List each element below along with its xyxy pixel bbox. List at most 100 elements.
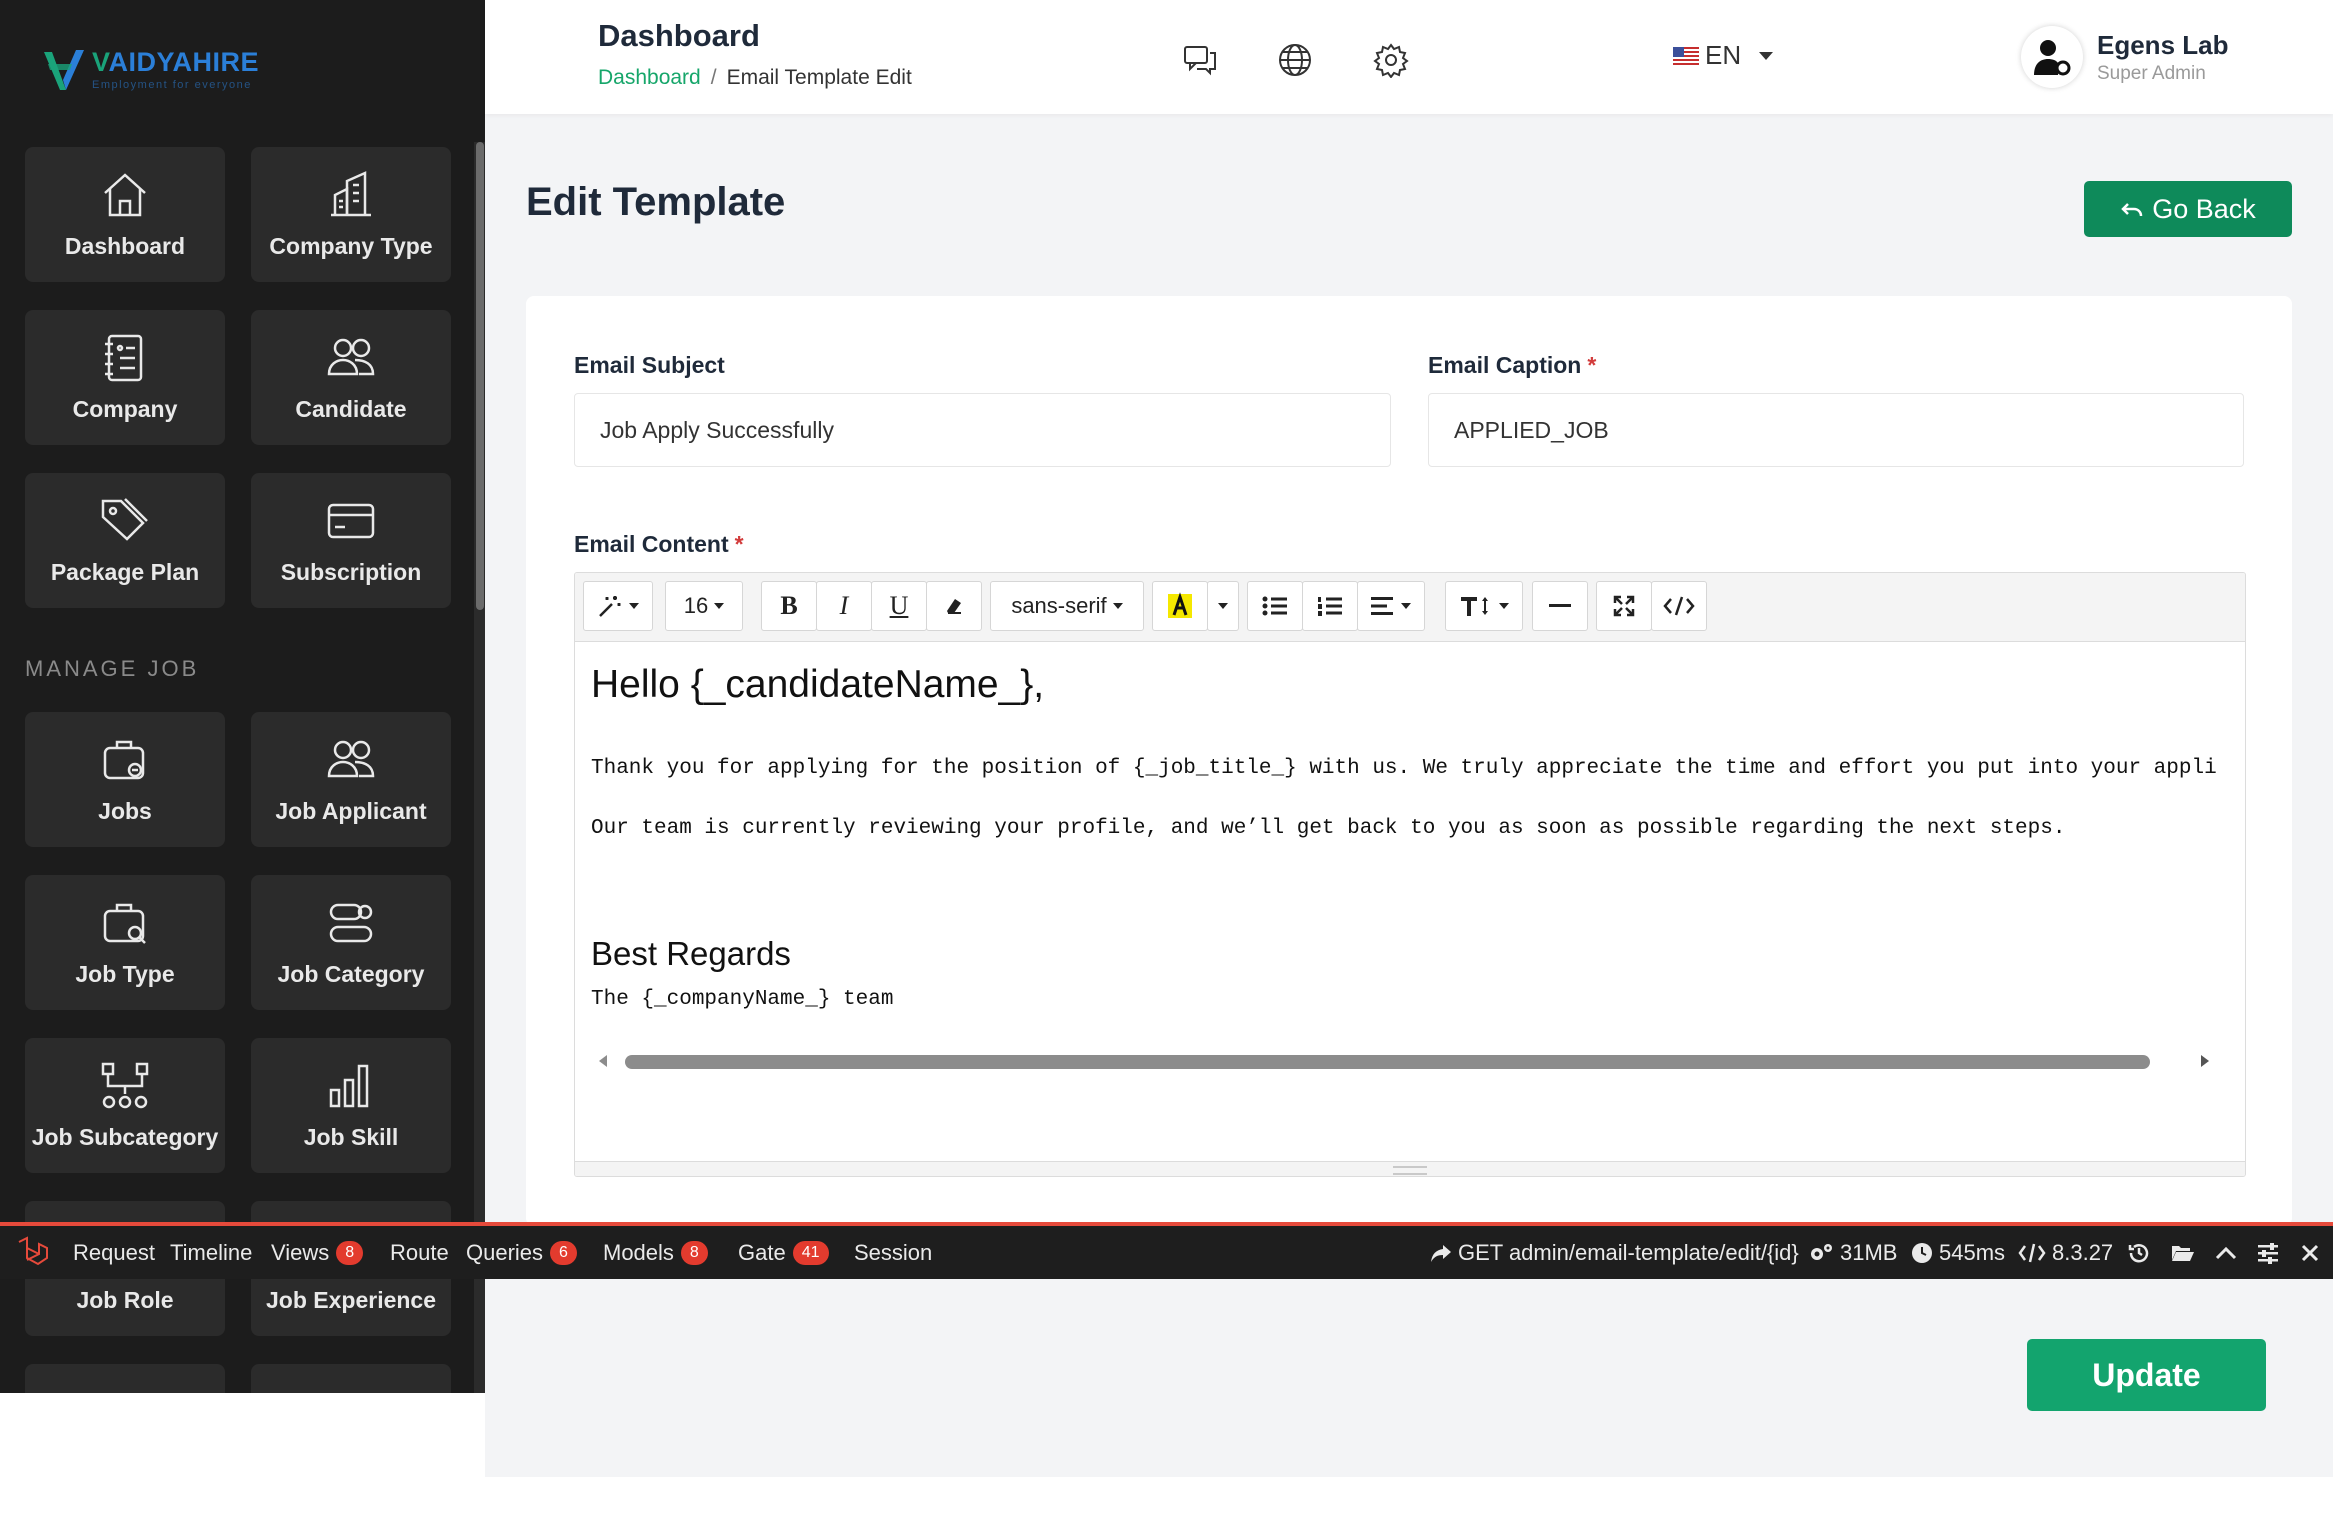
go-back-button[interactable]: Go Back: [2084, 181, 2292, 237]
laravel-logo-icon[interactable]: [16, 1226, 50, 1279]
line-height-icon: [1461, 597, 1488, 616]
debug-tab-queries[interactable]: Queries 6: [466, 1226, 577, 1279]
sidebar-tile-job-category[interactable]: Job Category: [251, 875, 451, 1010]
horizontal-rule-button[interactable]: [1532, 581, 1588, 631]
sidebar-tile-subscription[interactable]: Subscription: [251, 473, 451, 608]
sidebar-tile-company-type[interactable]: Company Type: [251, 147, 451, 282]
sidebar-tile-label: Company: [72, 396, 178, 422]
code-view-button[interactable]: [1651, 581, 1707, 631]
line-height-button[interactable]: [1445, 581, 1523, 631]
style-button[interactable]: [583, 581, 653, 631]
bar-chart-icon: [329, 1064, 369, 1108]
home-icon: [104, 173, 146, 217]
edit-template-title: Edit Template: [526, 180, 786, 224]
paragraph-align-button[interactable]: [1357, 581, 1425, 631]
sidebar-tile-label: Job Category: [277, 961, 425, 987]
briefcase-icon: [103, 740, 145, 780]
hierarchy-icon: [101, 1062, 149, 1109]
editor-scrollbar-thumb[interactable]: [625, 1055, 2150, 1069]
debug-tab-session[interactable]: Session: [854, 1226, 932, 1279]
numbered-list-button[interactable]: [1302, 581, 1358, 631]
breadcrumb-current: Email Template Edit: [726, 66, 912, 89]
email-caption-input[interactable]: [1428, 393, 2244, 467]
sidebar-scrollbar-thumb[interactable]: [476, 142, 484, 610]
scroll-left-icon[interactable]: [599, 1055, 607, 1067]
italic-button[interactable]: I: [816, 581, 872, 631]
debug-route: GET admin/email-template/edit/{id}: [1458, 1239, 1799, 1265]
debug-tab-request[interactable]: Request: [73, 1226, 155, 1279]
font-size-select[interactable]: 16: [665, 581, 743, 631]
eraser-icon: [947, 599, 961, 614]
expand-icon: [1613, 595, 1635, 617]
brand-logo[interactable]: VAIDYAHIRE Employment for everyone: [42, 44, 259, 94]
underline-button[interactable]: U: [871, 581, 927, 631]
debug-tab-gate[interactable]: Gate 41: [738, 1226, 829, 1279]
breadcrumb-home[interactable]: Dashboard: [598, 66, 701, 89]
credit-card-icon: [327, 503, 375, 539]
gate-count-badge: 41: [792, 1240, 829, 1265]
sidebar-tile-job-type[interactable]: Job Type: [25, 875, 225, 1010]
debug-tab-views[interactable]: Views 8: [271, 1226, 364, 1279]
briefcase-search-icon: [103, 903, 146, 944]
email-subject-input[interactable]: [574, 393, 1391, 467]
fullscreen-button[interactable]: [1596, 581, 1652, 631]
editor-resize-bar[interactable]: [575, 1161, 2245, 1176]
sidebar-tile-company[interactable]: Company: [25, 310, 225, 445]
buildings-icon: [331, 171, 371, 217]
sidebar-tile-job-subcategory[interactable]: Job Subcategory: [25, 1038, 225, 1173]
page-title: Dashboard: [598, 18, 760, 53]
language-selector[interactable]: EN: [1673, 40, 1774, 71]
color-dropdown-button[interactable]: [1207, 581, 1239, 631]
avatar: [2021, 26, 2083, 88]
sidebar-tile-partial[interactable]: [251, 1364, 451, 1393]
gear-icon[interactable]: [1373, 42, 1409, 78]
chevron-up-icon[interactable]: [2215, 1226, 2243, 1279]
go-back-label: Go Back: [2152, 193, 2256, 224]
highlight-color-button[interactable]: [1152, 581, 1208, 631]
editor-horizontal-scrollbar[interactable]: [595, 1051, 2215, 1071]
folder-open-icon[interactable]: [2171, 1226, 2201, 1279]
editor-content[interactable]: Hello {_candidateName_}, Thank you for a…: [591, 663, 2217, 1153]
bullet-list-button[interactable]: [1247, 581, 1303, 631]
chevron-down-icon: [714, 603, 725, 609]
sidebar-tile-label: Subscription: [280, 559, 422, 585]
sidebar-tile-job-skill[interactable]: Job Skill: [251, 1038, 451, 1173]
debug-memory[interactable]: 31MB: [1808, 1226, 1897, 1279]
settings-sliders-icon[interactable]: [2257, 1226, 2285, 1279]
bullet-list-icon: [1262, 596, 1287, 616]
chevron-down-icon: [1499, 603, 1509, 609]
debug-tab-models[interactable]: Models 8: [603, 1226, 708, 1279]
history-icon[interactable]: [2128, 1226, 2156, 1279]
users-icon: [327, 338, 375, 376]
users-icon: [327, 740, 375, 778]
sidebar-tile-package-plan[interactable]: Package Plan: [25, 473, 225, 608]
scroll-right-icon[interactable]: [2201, 1055, 2209, 1067]
sidebar-tile-jobs[interactable]: Jobs: [25, 712, 225, 847]
sidebar-tile-label: Candidate: [295, 396, 407, 422]
sidebar-tile-candidate[interactable]: Candidate: [251, 310, 451, 445]
user-menu[interactable]: Egens Lab Super Admin: [2021, 26, 2228, 88]
sidebar-tile-dashboard[interactable]: Dashboard: [25, 147, 225, 282]
chevron-down-icon: [1112, 603, 1123, 609]
close-icon[interactable]: [2301, 1226, 2325, 1279]
email-greeting: Hello {_candidateName_},: [591, 663, 1045, 706]
update-label: Update: [2092, 1356, 2201, 1393]
editor-toolbar: 16 B I U sans-serif: [575, 573, 2245, 642]
chat-icon[interactable]: [1182, 42, 1218, 78]
address-book-icon: [105, 334, 143, 382]
bold-button[interactable]: B: [761, 581, 817, 631]
debug-tab-route[interactable]: Route: [390, 1226, 449, 1279]
update-button[interactable]: Update: [2027, 1339, 2266, 1411]
sidebar-tile-job-applicant[interactable]: Job Applicant: [251, 712, 451, 847]
sidebar-tile-partial[interactable]: [25, 1364, 225, 1393]
globe-icon[interactable]: [1277, 42, 1313, 78]
sidebar-tile-label: Company Type: [269, 233, 433, 259]
clear-format-button[interactable]: [926, 581, 982, 631]
font-family-select[interactable]: sans-serif: [990, 581, 1144, 631]
debug-route-info[interactable]: GET admin/email-template/edit/{id}: [1430, 1226, 1799, 1279]
views-count-badge: 8: [336, 1240, 364, 1265]
debug-bar: Request Timeline Views 8 Route Queries 6 M…: [0, 1222, 2333, 1279]
debug-tab-timeline[interactable]: Timeline: [170, 1226, 252, 1279]
debug-time[interactable]: 545ms: [1911, 1226, 2005, 1279]
debug-php-version[interactable]: 8.3.27: [2018, 1226, 2113, 1279]
